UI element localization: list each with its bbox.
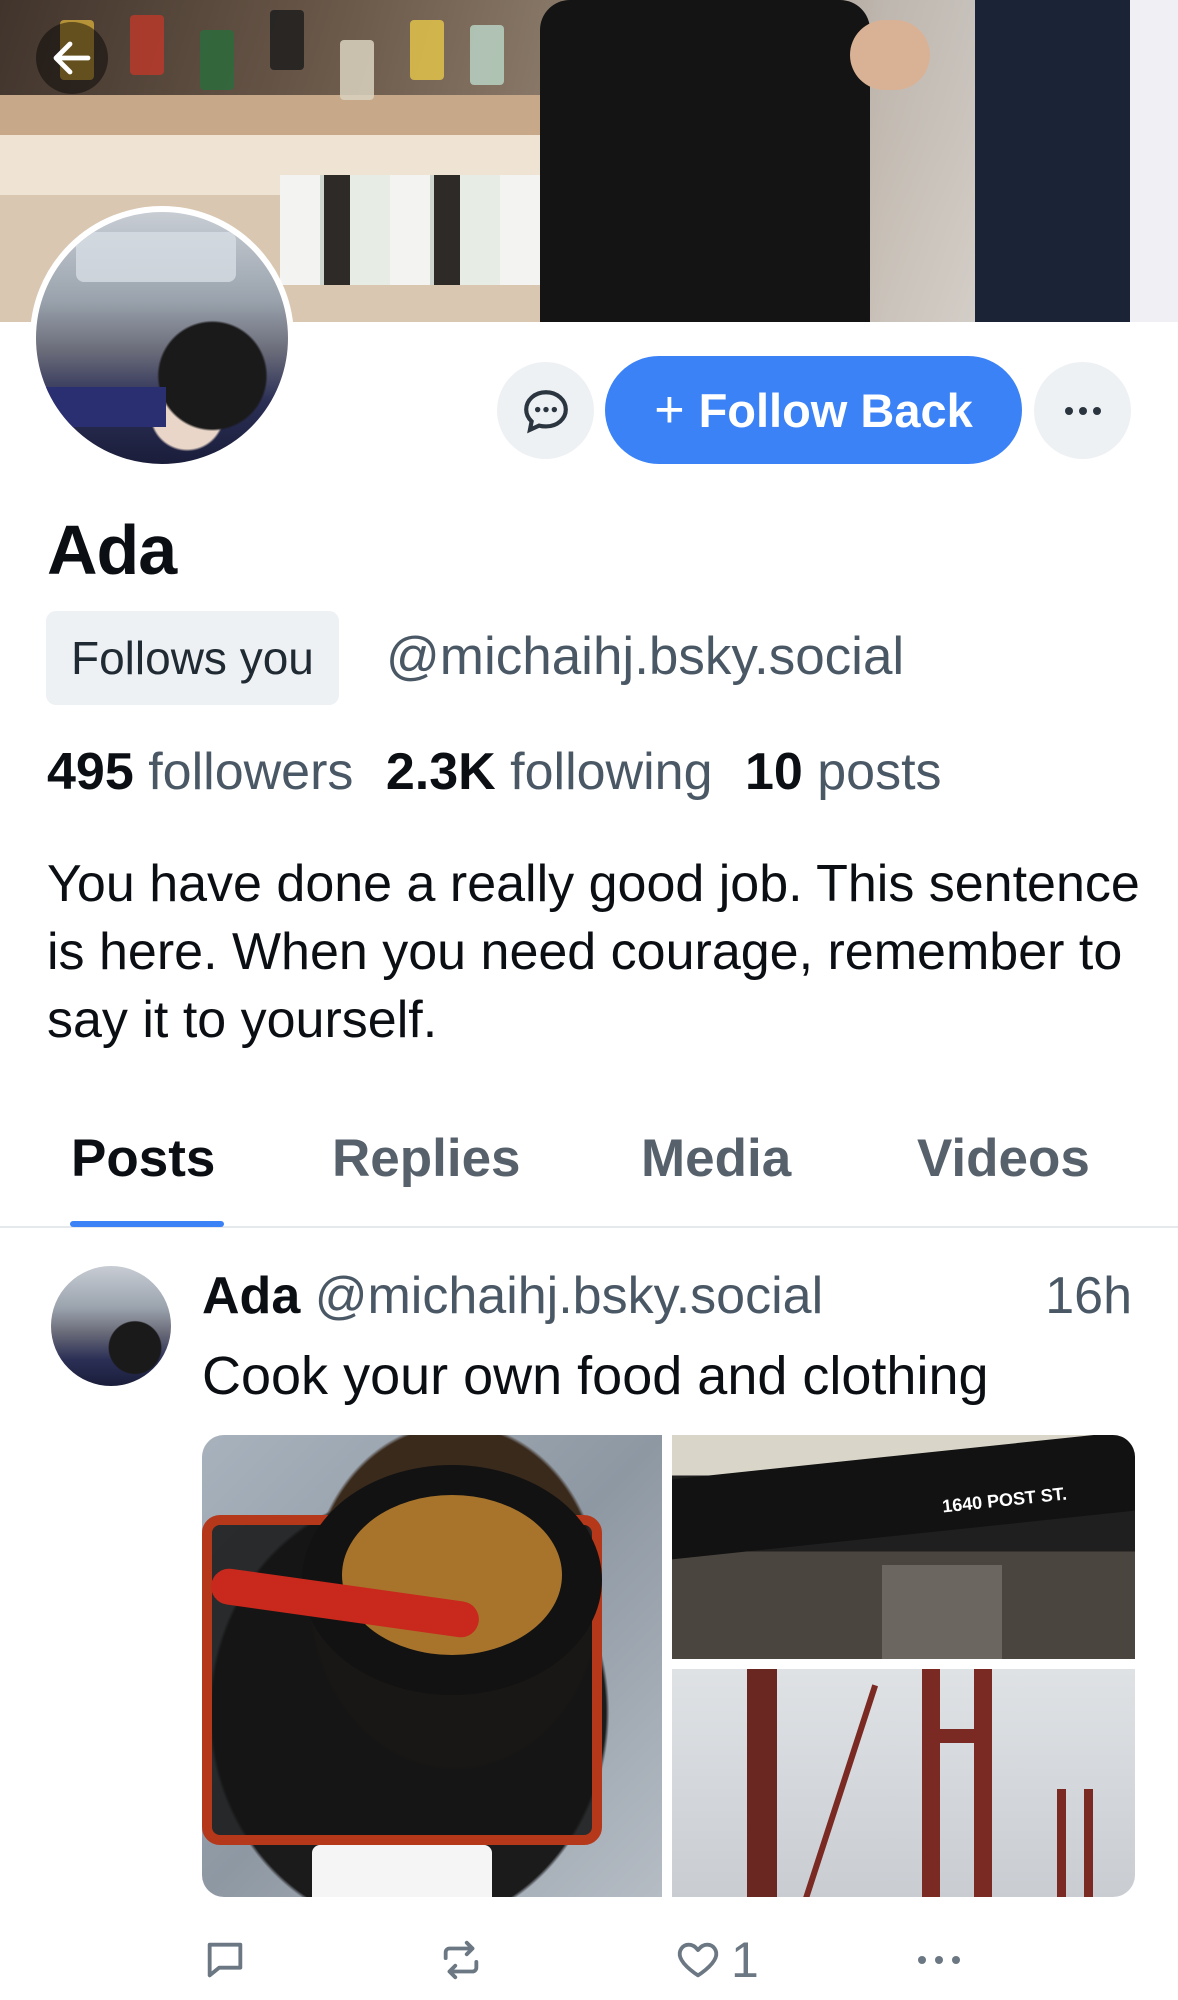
post-author-avatar[interactable] [51,1266,171,1386]
profile-tabs: Posts Replies Media Videos [0,1108,1178,1228]
follow-back-label: Follow Back [698,383,973,437]
post-image-bridge[interactable] [672,1669,1135,1897]
post-header: Ada @michaihj.bsky.social [202,1266,1137,1326]
posts-count: 10 [744,743,803,801]
reply-button[interactable] [202,1925,248,1995]
reply-icon [207,1942,243,1978]
ellipsis-icon [1064,406,1101,415]
profile-display-name: Ada [47,511,177,589]
profile-stats: 495 followers 2.3K following 10 posts [47,742,942,802]
active-tab-indicator [70,1221,224,1227]
like-count: 1 [731,1932,759,1988]
post-text: Cook your own food and clothing [202,1346,989,1406]
post-author-name[interactable]: Ada [202,1267,300,1325]
followers-link[interactable]: 495 followers [47,743,353,801]
back-button[interactable] [36,22,108,94]
tab-media[interactable]: Media [641,1128,791,1189]
more-options-button[interactable] [1034,362,1131,459]
like-button[interactable]: 1 [675,1925,759,1995]
post-image-storefront[interactable]: 1640 POST ST. [672,1435,1135,1659]
arrow-left-icon [53,41,91,75]
profile-bio: You have done a really good job. This se… [47,855,1140,1049]
followers-label: followers [148,743,354,801]
post-author-handle[interactable]: @michaihj.bsky.social [315,1267,823,1325]
ellipsis-icon [918,1956,960,1964]
message-button[interactable] [497,362,594,459]
post-timestamp[interactable]: 16h [1045,1266,1132,1326]
tab-videos[interactable]: Videos [917,1128,1090,1189]
tab-posts[interactable]: Posts [71,1128,215,1189]
followers-count: 495 [47,743,134,801]
tab-replies[interactable]: Replies [332,1128,521,1189]
following-count: 2.3K [385,743,496,801]
repost-icon [443,1940,479,1980]
following-link[interactable]: 2.3K following [386,743,713,801]
follows-you-badge: Follows you [46,611,339,705]
post-image-food[interactable] [202,1435,662,1897]
profile-handle: @michaihj.bsky.social [386,627,905,686]
following-label: following [510,743,713,801]
follow-back-button[interactable]: + Follow Back [605,356,1022,464]
post-actions: 1 [0,1925,1178,1995]
chat-bubble-icon [523,389,568,433]
plus-icon: + [654,381,685,439]
repost-button[interactable] [438,1925,484,1995]
posts-stat: 10 posts [745,743,942,801]
posts-label: posts [817,743,942,801]
post-image-grid: 1640 POST ST. [202,1435,1135,1897]
post-more-button[interactable] [914,1925,964,1995]
heart-icon [677,1942,719,1978]
profile-avatar[interactable] [30,206,294,470]
